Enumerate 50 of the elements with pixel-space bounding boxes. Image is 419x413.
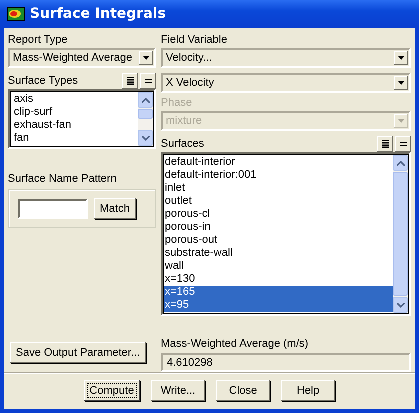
field-variable-dropdown[interactable]: X Velocity — [161, 73, 411, 93]
list-item[interactable]: inlet — [164, 182, 393, 195]
result-value-field: 4.610298 — [161, 353, 411, 372]
select-all-button[interactable] — [377, 136, 393, 152]
list-item[interactable]: x=165 — [164, 286, 393, 299]
list-item[interactable]: outlet — [164, 195, 393, 208]
list-item[interactable]: axis — [13, 93, 138, 106]
equals-icon — [144, 78, 152, 84]
list-item[interactable]: wall — [164, 260, 393, 273]
list-item[interactable]: porous-out — [164, 234, 393, 247]
report-type-label: Report Type — [8, 33, 69, 48]
window-title: Surface Integrals — [30, 6, 166, 22]
scrollbar[interactable] — [393, 154, 409, 314]
deselect-all-button[interactable] — [140, 73, 156, 89]
surface-name-pattern-label: Surface Name Pattern — [8, 172, 118, 187]
dialog-button[interactable]: Compute — [84, 380, 140, 401]
chevron-down-icon — [142, 136, 150, 140]
report-type-dropdown[interactable]: Mass-Weighted Average — [8, 48, 156, 68]
surfaces-label: Surfaces — [161, 137, 204, 152]
list-item[interactable]: exhaust-fan — [13, 119, 138, 132]
match-button[interactable]: Match — [94, 198, 136, 219]
list-item[interactable]: x=95 — [164, 299, 393, 312]
dialog-button[interactable]: Close — [216, 380, 270, 401]
surface-types-label: Surface Types — [8, 74, 78, 89]
dialog-button[interactable]: Write... — [151, 380, 206, 401]
lines-icon — [126, 77, 134, 85]
deselect-all-button[interactable] — [395, 136, 411, 152]
field-variable-label: Field Variable — [161, 33, 228, 48]
equals-icon — [400, 141, 406, 147]
field-category-dropdown[interactable]: Velocity... — [161, 48, 411, 68]
list-item[interactable]: porous-cl — [164, 208, 393, 221]
list-item[interactable]: clip-surf — [13, 106, 138, 119]
chevron-up-icon — [142, 98, 150, 102]
scrollbar[interactable] — [138, 91, 154, 147]
list-item[interactable]: porous-in — [164, 221, 393, 234]
select-all-button[interactable] — [122, 73, 138, 89]
dialog-button[interactable]: Help — [281, 380, 336, 401]
pattern-input-field[interactable] — [18, 198, 88, 218]
list-item[interactable]: default-interior:001 — [164, 169, 393, 182]
list-item[interactable]: substrate-wall — [164, 247, 393, 260]
chevron-down-icon — [396, 302, 404, 308]
lines-icon — [382, 140, 388, 148]
app-icon — [7, 7, 25, 21]
phase-label: Phase — [161, 96, 194, 111]
list-item[interactable]: default-interior — [164, 156, 393, 169]
list-item[interactable]: fan — [13, 132, 138, 145]
chevron-up-icon — [396, 160, 404, 166]
list-item[interactable]: x=130 — [164, 273, 393, 286]
result-label: Mass-Weighted Average (m/s) — [161, 337, 310, 352]
save-output-parameter-button[interactable]: Save Output Parameter... — [10, 342, 146, 363]
